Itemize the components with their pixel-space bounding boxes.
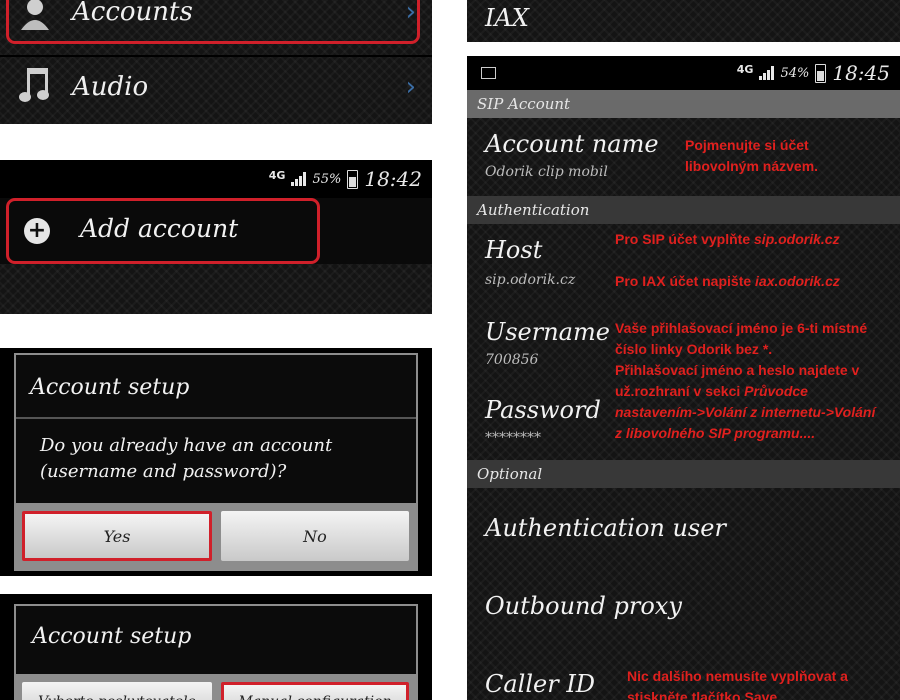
field-value: Odorik clip mobil <box>485 164 608 180</box>
section-optional: Optional <box>467 460 900 488</box>
settings-menu-panel: Accounts › Audio › <box>0 0 432 124</box>
field-value: 700856 <box>485 352 539 368</box>
annotation-sip-host: Pro SIP účet vyplňte sip.odorik.cz <box>615 231 840 247</box>
authentication-user-field[interactable]: Authentication user <box>467 488 900 568</box>
dialog-body: Account setup Do you already have an acc… <box>16 355 416 503</box>
yes-button[interactable]: Yes <box>22 511 212 561</box>
clock: 18:42 <box>364 167 422 191</box>
field-label: Outbound proxy <box>485 592 682 620</box>
field-label: Caller ID <box>485 670 596 698</box>
field-label: Password <box>485 396 601 424</box>
annotation-username: Vaše přihlašovací jméno je 6-ti místné č… <box>615 320 876 441</box>
menu-item-label: Audio <box>72 72 149 102</box>
account-name-field[interactable]: Account name Odorik clip mobil <box>467 118 900 196</box>
status-bar: 4G 54% 18:45 <box>467 56 900 90</box>
field-label: Authentication user <box>485 514 726 542</box>
annotation-iax-host: Pro IAX účet napište iax.odorik.cz <box>615 273 840 289</box>
highlight-accounts <box>6 0 420 44</box>
signal-icon <box>291 172 307 186</box>
provider-button[interactable]: Vyberte poskytovatele <box>22 682 212 700</box>
battery-percent: 54% <box>780 65 810 81</box>
outbound-proxy-field[interactable]: Outbound proxy <box>467 568 900 648</box>
field-label: Account name <box>485 130 659 158</box>
field-label: Username <box>485 318 610 346</box>
signal-icon <box>759 66 775 80</box>
field-value: ******** <box>485 430 541 446</box>
network-type: 4G <box>268 169 286 182</box>
chevron-right-icon: › <box>405 72 416 102</box>
dialog-frame: Account setup Do you already have an acc… <box>14 353 418 571</box>
network-type: 4G <box>736 63 754 76</box>
account-setup-dialog: Account setup Do you already have an acc… <box>0 348 432 576</box>
account-setup-dialog-2: Account setup Vyberte poskytovatele Manu… <box>0 594 432 700</box>
title-divider <box>16 417 416 419</box>
battery-percent: 55% <box>312 171 342 187</box>
account-type-iax[interactable]: IAX <box>485 4 529 32</box>
highlight-add-account <box>6 198 320 264</box>
account-type-panel: IAX <box>467 0 900 42</box>
dialog-title: Account setup <box>30 375 190 400</box>
manual-config-button[interactable]: Manual configuration <box>221 682 409 700</box>
section-authentication: Authentication <box>467 196 900 224</box>
battery-icon <box>347 169 359 189</box>
page-title: SIP Account <box>467 90 900 118</box>
menu-item-audio[interactable]: Audio › <box>0 57 432 117</box>
battery-icon <box>815 63 827 83</box>
music-note-icon <box>18 67 52 105</box>
clock: 18:45 <box>832 61 890 85</box>
dialog-question: Do you already have an account (username… <box>40 435 333 482</box>
add-account-panel: 4G 55% 18:42 + Add account <box>0 160 432 314</box>
field-value: sip.odorik.cz <box>485 272 576 288</box>
sip-account-panel: 4G 54% 18:45 SIP Account Account name Od… <box>467 56 900 700</box>
annotation-account-name: Pojmenujte si účet libovolným názvem. <box>685 137 819 174</box>
annotation-caller-id: Nic dalšího nemusíte vyplňovat a stisknět… <box>627 668 848 700</box>
dialog-title: Account setup <box>32 624 192 649</box>
status-bar: 4G 55% 18:42 <box>0 160 432 198</box>
no-button[interactable]: No <box>221 511 409 561</box>
dialog-body: Account setup <box>16 606 416 674</box>
dialog-frame: Account setup Vyberte poskytovatele Manu… <box>14 604 418 700</box>
image-icon <box>481 67 496 79</box>
field-label: Host <box>485 236 543 264</box>
